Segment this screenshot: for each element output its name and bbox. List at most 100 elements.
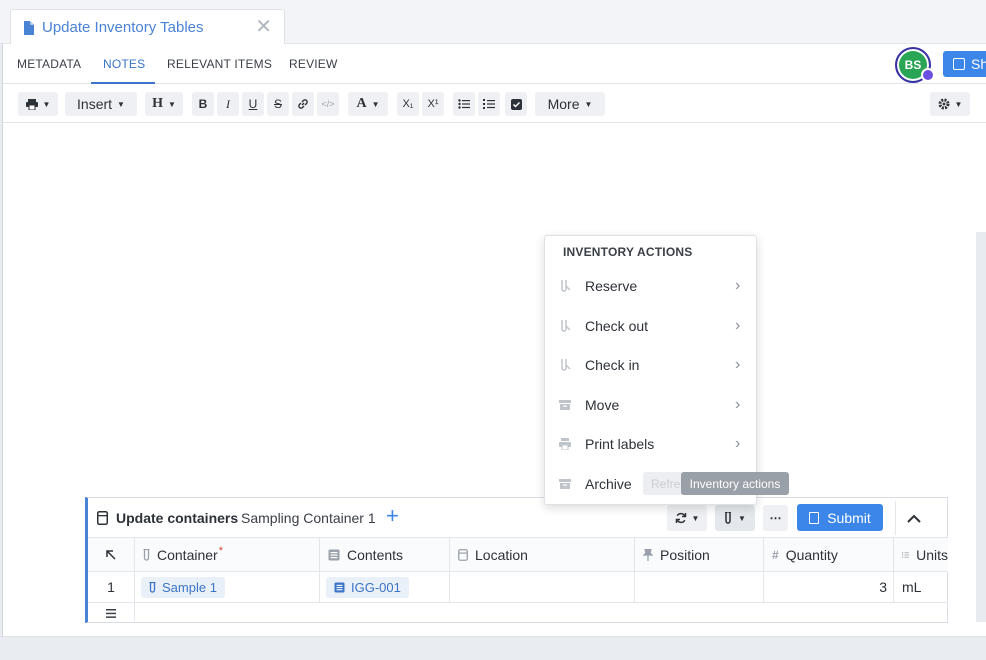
heading-menu-button[interactable]: H ▼ [145,92,183,116]
document-tab-strip: Update Inventory Tables ✕ [0,0,986,45]
column-label: Contents [347,546,404,563]
clipboard-icon [809,511,820,524]
superscript-button[interactable]: X¹ [422,92,444,116]
inventory-actions-menu: INVENTORY ACTIONS Reserve › Check out › … [544,235,757,505]
editor-toolbar: ▼ Insert ▼ H ▼ B I U S </> A ▼ X₁ X¹ Mor… [3,85,986,123]
select-all-corner[interactable] [88,538,135,572]
subtab-bar: METADATA NOTES RELEVANT ITEMS REVIEW BS … [3,44,986,84]
menu-item-label: Archive [585,476,632,492]
link-icon [298,99,308,109]
inventory-grid: Container * Contents Location Position #… [88,538,948,624]
add-container-button[interactable]: + [386,504,399,528]
edit-pencil-icon [921,68,935,82]
share-button-label: Sh [971,56,986,72]
checklist-button[interactable] [505,92,527,116]
cell-contents[interactable]: IGG-001 [320,572,450,603]
list-box-icon [328,549,340,560]
contents-value: IGG-001 [351,579,401,595]
active-tab-indicator [91,82,155,84]
more-options-button[interactable]: ⋯ [763,505,788,531]
menu-item-move[interactable]: Move › [545,387,756,423]
share-button[interactable]: Sh [943,51,986,77]
refresh-button[interactable]: ▼ [667,505,707,531]
container-icon [458,548,468,561]
settings-button[interactable]: ▼ [930,92,970,116]
document-tab[interactable]: Update Inventory Tables ✕ [10,9,285,45]
column-label: Quantity [785,546,838,563]
scrollbar[interactable] [976,232,986,622]
column-header-position[interactable]: Position [635,538,764,572]
font-color-button[interactable]: A ▼ [348,92,388,116]
insert-label: Insert [77,96,113,112]
cell-quantity[interactable]: 3 [764,572,894,603]
underline-button[interactable]: U [242,92,264,116]
chevron-down-icon: ▼ [691,513,700,523]
menu-item-label: Print labels [585,436,655,452]
column-label: Location [475,546,528,563]
column-label: Position [660,546,710,563]
submit-button[interactable]: Submit [797,504,883,531]
inventory-actions-button[interactable]: ▼ [715,505,755,531]
menu-item-check-in[interactable]: Check in › [545,347,756,383]
tube-icon [149,581,156,593]
tab-notes[interactable]: NOTES [103,57,145,71]
cell-position[interactable] [635,572,764,603]
strikethrough-button[interactable]: S [267,92,289,116]
insert-menu-button[interactable]: Insert ▼ [65,92,137,116]
inventory-table-subtitle[interactable]: Sampling Container 1 [241,510,376,526]
column-header-location[interactable]: Location [450,538,635,572]
column-header-units[interactable]: Units [894,538,948,572]
contents-chip[interactable]: IGG-001 [326,576,409,598]
more-label: More [547,96,580,112]
list-box-icon [334,582,345,592]
document-icon [24,20,34,35]
column-label: Units [916,546,948,563]
code-button[interactable]: </> [317,92,339,116]
row-menu-button[interactable] [88,603,135,623]
menu-item-reserve[interactable]: Reserve › [545,268,756,304]
more-menu-button[interactable]: More ▼ [535,92,605,116]
tab-review[interactable]: REVIEW [289,57,338,71]
cell-container[interactable]: Sample 1 [135,572,320,603]
close-icon[interactable]: ✕ [255,17,272,37]
column-header-quantity[interactable]: # Quantity [764,538,894,572]
heading-label: H [152,96,163,111]
chevron-right-icon: › [735,277,741,294]
menu-item-print-labels[interactable]: Print labels › [545,426,756,462]
menu-item-check-out[interactable]: Check out › [545,308,756,344]
container-value: Sample 1 [162,579,217,595]
menu-item-label: Check out [585,318,649,334]
column-header-contents[interactable]: Contents [320,538,450,572]
italic-button[interactable]: I [217,92,239,116]
print-button[interactable]: ▼ [18,92,58,116]
cell-units[interactable]: mL [894,572,948,603]
required-marker: * [218,544,223,557]
subscript-button[interactable]: X₁ [397,92,419,116]
archive-box-icon [559,400,571,410]
bold-button[interactable]: B [192,92,214,116]
app-root: Update Inventory Tables ✕ METADATA NOTES… [0,0,986,660]
numbered-list-icon [483,99,495,109]
row-number[interactable]: 1 [88,572,135,603]
tube-icon [561,320,571,332]
chevron-right-icon: › [735,317,741,334]
tab-metadata[interactable]: METADATA [17,57,81,71]
tube-icon [561,359,571,371]
container-chip[interactable]: Sample 1 [141,576,225,598]
gear-icon [938,98,950,110]
collapse-button[interactable] [895,501,931,535]
inventory-table-block: Update containers Sampling Container 1 +… [85,497,948,623]
printer-icon [25,98,38,110]
link-button[interactable] [292,92,314,116]
column-header-container[interactable]: Container * [135,538,320,572]
hash-icon: # [772,547,779,562]
inventory-table-header: Update containers Sampling Container 1 +… [88,498,948,538]
submit-label: Submit [827,509,871,526]
bullet-list-button[interactable] [453,92,475,116]
numbered-list-button[interactable] [478,92,500,116]
chevron-right-icon: › [735,356,741,373]
menu-item-label: Move [585,397,620,413]
cell-location[interactable] [450,572,635,603]
inventory-actions-tooltip: Inventory actions [681,472,789,495]
tab-relevant-items[interactable]: RELEVANT ITEMS [167,57,272,71]
